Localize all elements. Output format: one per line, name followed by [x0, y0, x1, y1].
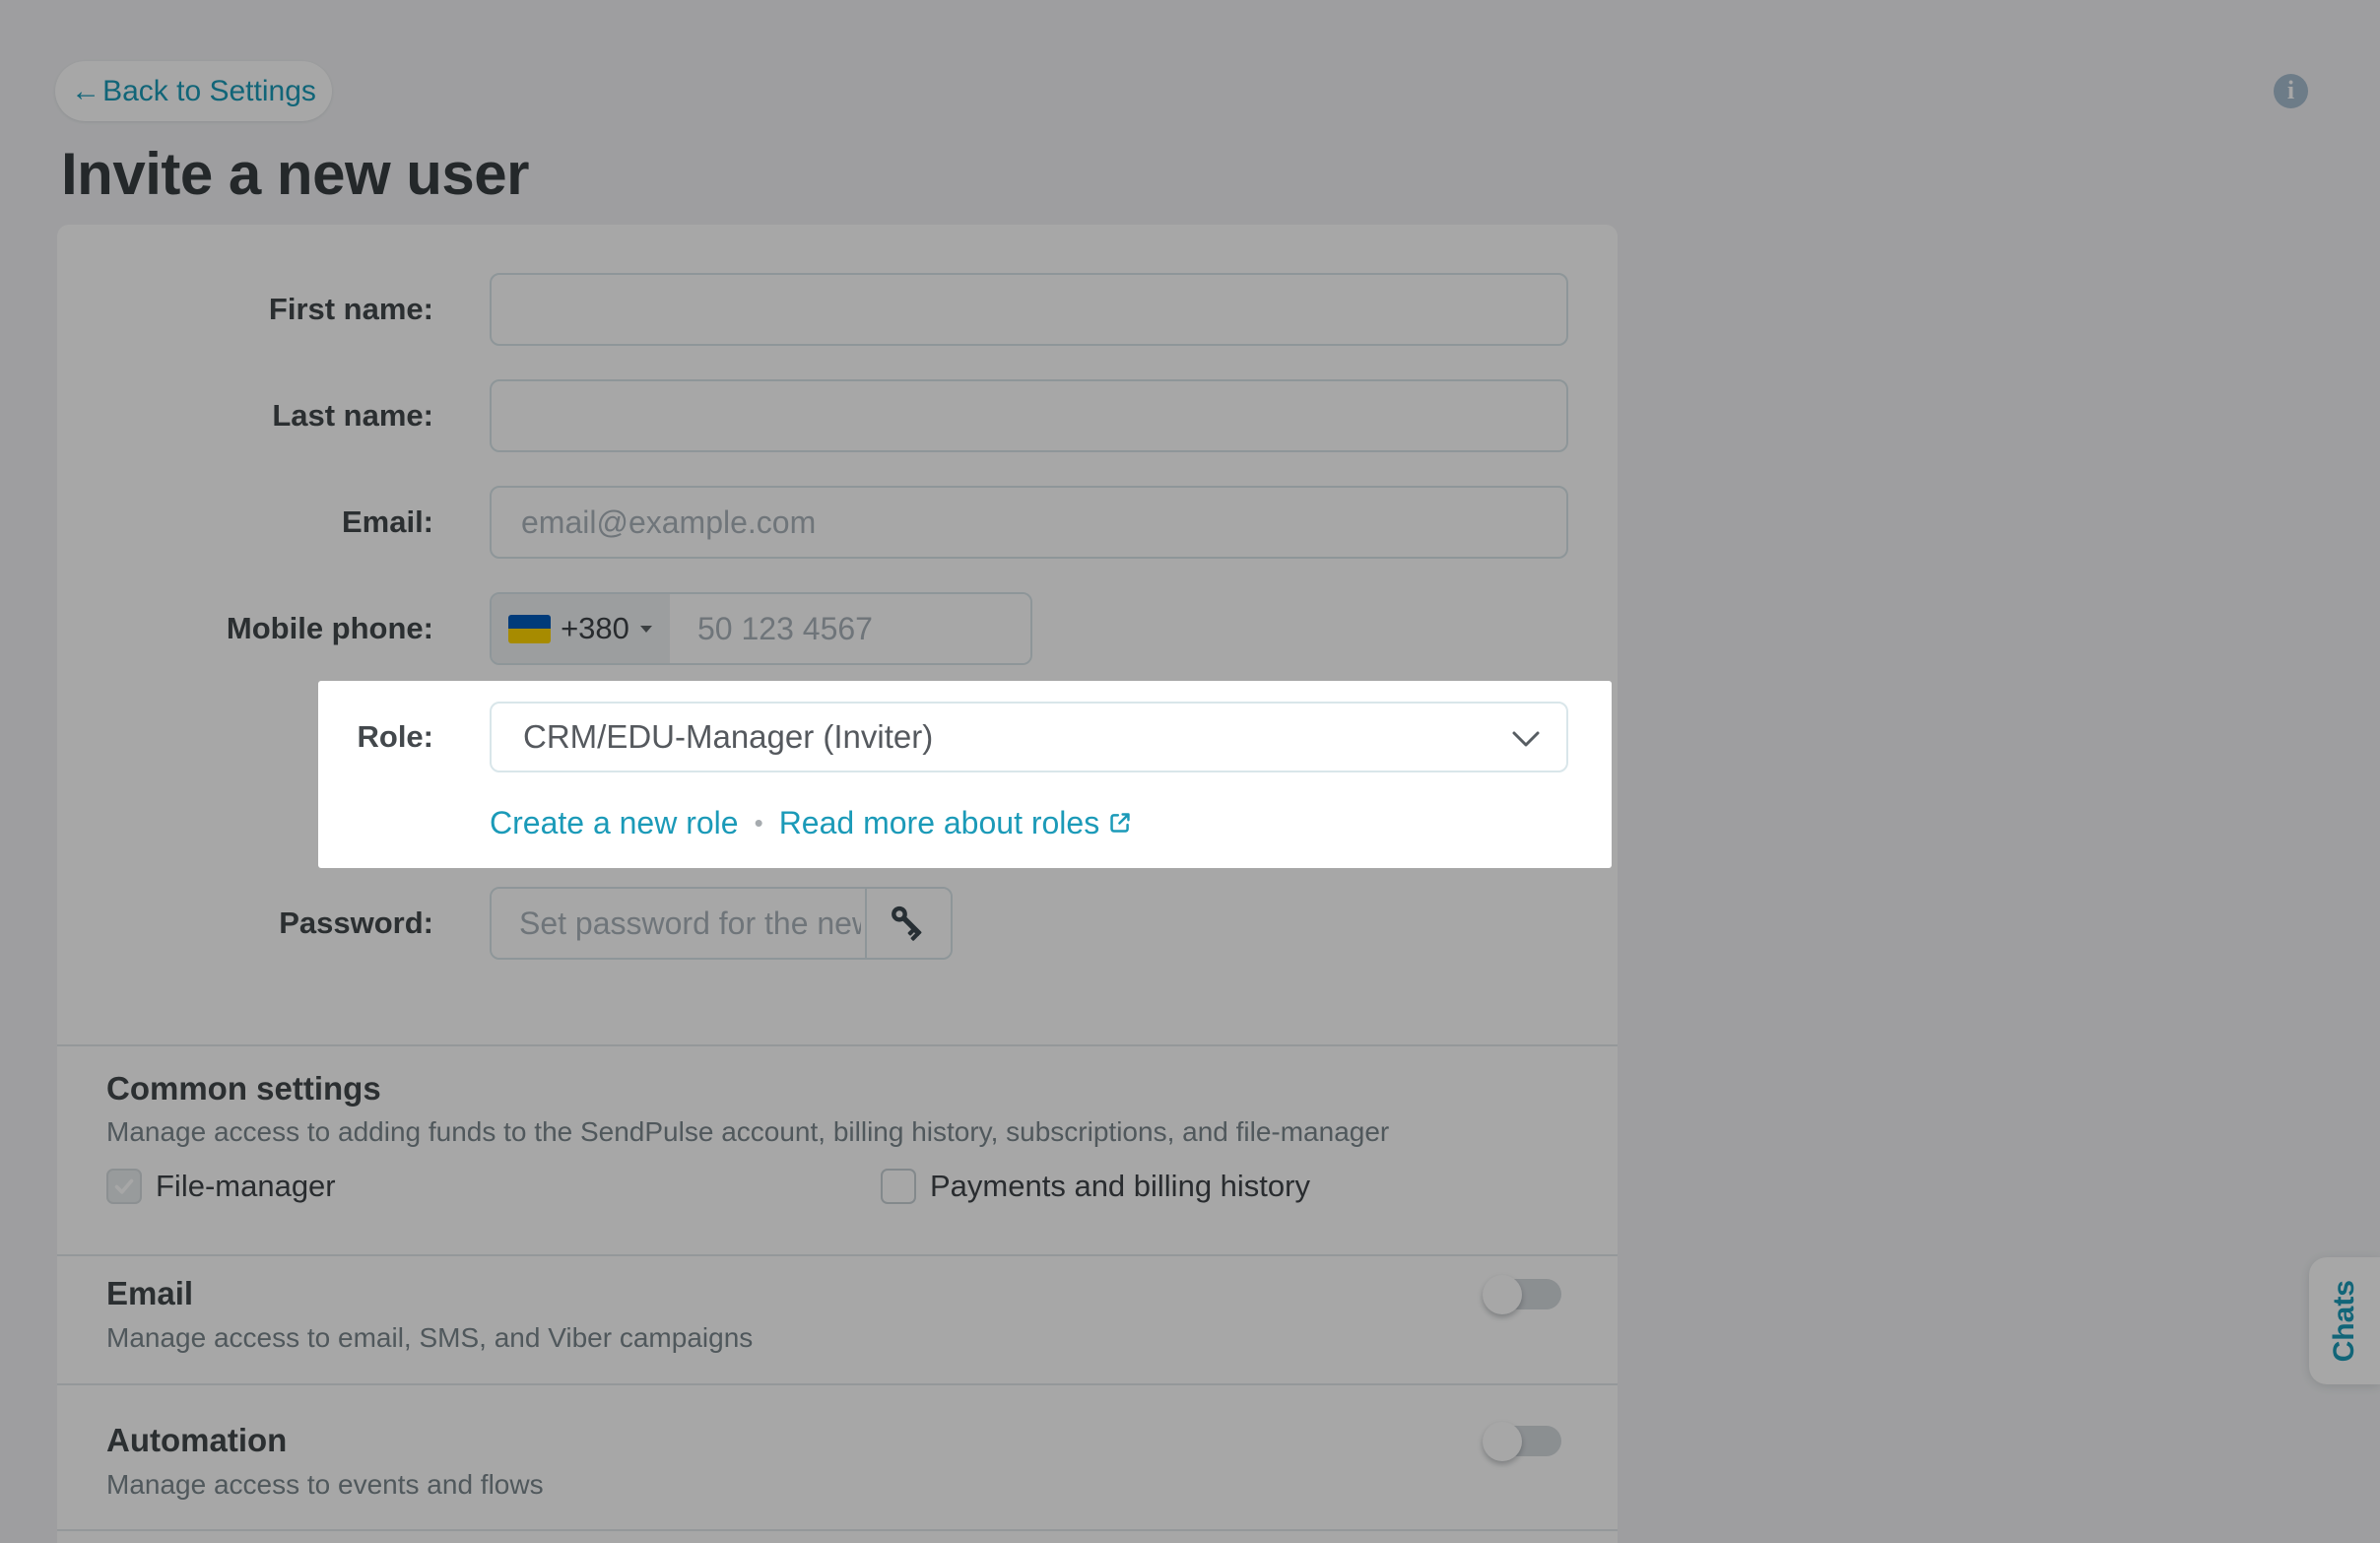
common-settings-description: Manage access to adding funds to the Sen…: [106, 1116, 1389, 1148]
page-title: Invite a new user: [61, 140, 529, 208]
caret-down-icon: [639, 625, 653, 634]
first-name-input[interactable]: [490, 273, 1568, 346]
mobile-phone-field: +380: [490, 592, 1032, 665]
payments-billing-checkbox[interactable]: [881, 1169, 916, 1204]
password-label: Password:: [59, 887, 433, 960]
invite-user-page: ←Back to Settings Invite a new user i Fi…: [0, 0, 2380, 1543]
phone-number-input[interactable]: [670, 594, 1030, 663]
email-toggle[interactable]: [1485, 1277, 1561, 1310]
key-icon: [889, 903, 930, 944]
last-name-label: Last name:: [59, 379, 433, 452]
first-name-label: First name:: [59, 273, 433, 346]
country-code-value: +380: [561, 611, 629, 646]
chevron-down-icon: [1511, 731, 1541, 748]
last-name-input[interactable]: [490, 379, 1568, 452]
email-label: Email:: [59, 486, 433, 559]
section-divider: [57, 1529, 1618, 1531]
mobile-phone-label: Mobile phone:: [59, 592, 433, 665]
automation-section-title: Automation: [106, 1422, 287, 1459]
check-icon: [112, 1174, 136, 1198]
back-button-label: Back to Settings: [102, 75, 316, 108]
file-manager-checkbox-label: File-manager: [156, 1169, 336, 1204]
section-divider: [57, 1044, 1618, 1046]
email-section-title: Email: [106, 1275, 193, 1312]
info-circle-icon: i: [2287, 78, 2294, 103]
role-select[interactable]: CRM/EDU-Manager (Inviter): [490, 702, 1568, 772]
ukraine-flag-icon: [508, 615, 551, 643]
section-divider: [57, 1254, 1618, 1256]
role-label: Role:: [59, 702, 433, 772]
password-field: [490, 887, 953, 960]
automation-section-description: Manage access to events and flows: [106, 1469, 544, 1501]
external-link-icon: [1107, 810, 1133, 836]
info-button[interactable]: i: [2274, 74, 2308, 108]
dot-separator: •: [755, 810, 763, 836]
automation-toggle[interactable]: [1485, 1424, 1561, 1457]
role-links-row: Create a new role • Read more about role…: [490, 800, 1133, 845]
back-to-settings-button[interactable]: ←Back to Settings: [55, 61, 332, 121]
chats-tab[interactable]: Chats: [2309, 1257, 2380, 1384]
chats-tab-label: Chats: [2328, 1280, 2361, 1362]
password-input[interactable]: [492, 889, 865, 958]
common-settings-title: Common settings: [106, 1070, 381, 1107]
email-section-description: Manage access to email, SMS, and Viber c…: [106, 1322, 753, 1354]
section-divider: [57, 1383, 1618, 1385]
country-code-select[interactable]: +380: [492, 594, 670, 663]
read-more-roles-link[interactable]: Read more about roles: [779, 805, 1134, 841]
toggle-knob: [1483, 1275, 1522, 1314]
payments-billing-checkbox-label: Payments and billing history: [930, 1169, 1310, 1204]
create-new-role-link[interactable]: Create a new role: [490, 805, 739, 841]
toggle-knob: [1483, 1422, 1522, 1461]
arrow-left-icon: ←: [71, 77, 100, 106]
generate-password-button[interactable]: [867, 889, 951, 958]
role-selected-value: CRM/EDU-Manager (Inviter): [523, 718, 933, 756]
file-manager-checkbox: [106, 1169, 142, 1204]
email-input[interactable]: [490, 486, 1568, 559]
